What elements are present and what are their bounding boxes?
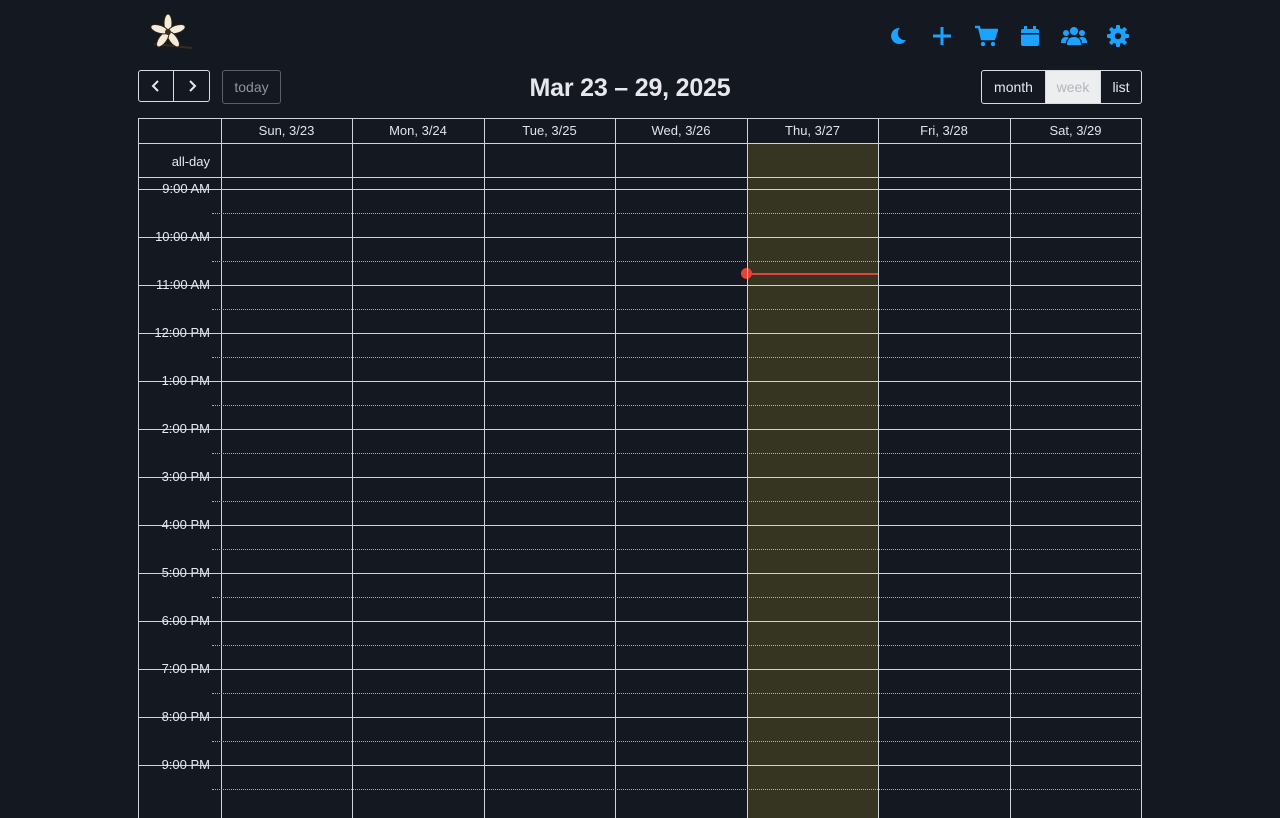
hour-line [138,525,1142,526]
time-label: 5:00 PM [161,565,210,580]
hour-line [138,381,1142,382]
time-label: 12:00 PM [154,325,210,340]
day-header[interactable]: Tue, 3/25 [484,118,615,143]
half-hour-line [212,789,1142,790]
cart-icon[interactable] [964,22,1008,50]
users-icon[interactable] [1052,22,1096,50]
list-view-button[interactable]: list [1101,70,1142,104]
page-title: Mar 23 – 29, 2025 [529,74,731,102]
hour-line [138,573,1142,574]
plus-icon[interactable] [920,22,964,50]
half-hour-line [212,549,1142,550]
half-hour-line [212,453,1142,454]
week-view-button[interactable]: week [1046,70,1101,104]
view-switcher: month week list [981,70,1142,104]
grid-column-border [1141,118,1142,818]
time-label: 4:00 PM [161,517,210,532]
half-hour-line [212,261,1142,262]
time-label: 3:00 PM [161,469,210,484]
grid-row-border [138,143,1142,144]
day-header[interactable]: Sat, 3/29 [1010,118,1141,143]
grid-row-border [138,177,1142,178]
time-label: 8:00 PM [161,709,210,724]
time-label: 7:00 PM [161,661,210,676]
grid-column-border [484,118,485,818]
prev-next-group [138,70,210,102]
next-button[interactable] [174,70,210,102]
half-hour-line [212,309,1142,310]
chevron-left-icon [151,80,159,92]
month-view-button[interactable]: month [981,70,1046,104]
moon-icon[interactable] [876,22,920,50]
week-grid[interactable]: all-day Sun, 3/23 Mon, 3/24 Tue, 3/25 Wed, … [138,118,1142,818]
half-hour-line [212,405,1142,406]
half-hour-line [212,645,1142,646]
hour-line [138,333,1142,334]
header-toolbar [876,22,1140,50]
chevron-right-icon [188,80,196,92]
half-hour-line [212,741,1142,742]
half-hour-line [212,357,1142,358]
grid-column-border [1010,118,1011,818]
calendar-icon[interactable] [1008,22,1052,50]
time-label: 9:00 PM [161,757,210,772]
hour-line [138,669,1142,670]
hour-line [138,477,1142,478]
half-hour-line [212,693,1142,694]
time-label: 6:00 PM [161,613,210,628]
gear-icon[interactable] [1096,22,1140,50]
half-hour-line [212,501,1142,502]
hour-line [138,765,1142,766]
grid-column-border [352,118,353,818]
time-label: 1:00 PM [161,373,210,388]
day-header[interactable]: Sun, 3/23 [221,118,352,143]
hour-line [138,285,1142,286]
today-button[interactable]: today [222,70,281,104]
grid-column-border [747,118,748,818]
time-label: 10:00 AM [155,229,210,244]
grid-column-border [878,118,879,818]
day-header[interactable]: Fri, 3/28 [878,118,1010,143]
hour-line [138,621,1142,622]
all-day-label: all-day [171,153,210,169]
half-hour-line [212,597,1142,598]
hour-line [138,429,1142,430]
grid-column-border [615,118,616,818]
day-header[interactable]: Mon, 3/24 [352,118,484,143]
prev-button[interactable] [138,70,174,102]
grid-column-border [221,118,222,818]
hour-line [138,717,1142,718]
day-header[interactable]: Thu, 3/27 [747,118,878,143]
time-label: 9:00 AM [162,181,210,196]
time-label: 2:00 PM [161,421,210,436]
time-label: 11:00 AM [156,277,210,292]
day-header[interactable]: Wed, 3/26 [615,118,747,143]
hour-line [138,189,1142,190]
hour-line [138,237,1142,238]
half-hour-line [212,213,1142,214]
now-indicator-line [747,273,878,275]
app-logo[interactable] [146,13,196,52]
